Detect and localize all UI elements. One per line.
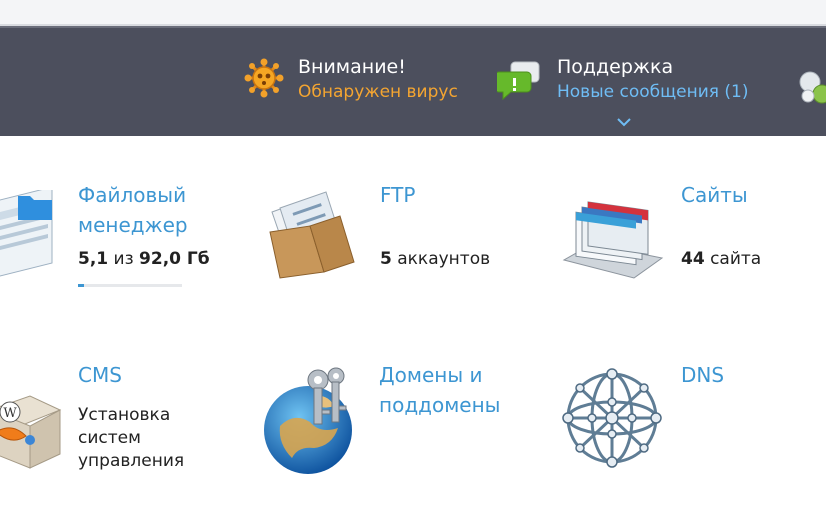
sites-icon	[562, 201, 664, 279]
svg-text:W: W	[3, 406, 17, 421]
cms-desc-line: систем	[78, 428, 141, 448]
sites-count: 44	[681, 249, 705, 269]
support-subtitle[interactable]: Новые сообщения (1)	[557, 82, 748, 102]
chevron-down-icon[interactable]	[616, 116, 632, 128]
cms-desc-line: Установка	[78, 405, 171, 425]
sites-count-text: 44 сайта	[681, 248, 761, 271]
storage-of: из	[113, 249, 134, 269]
tile-domains[interactable]: Домены и поддомены	[262, 360, 542, 480]
tile-title[interactable]: CMS	[78, 360, 122, 390]
tile-cms[interactable]: W CMS Установка систем управления	[0, 360, 260, 480]
settings-balls-icon[interactable]	[796, 64, 826, 108]
file-manager-icon	[0, 190, 53, 280]
tile-title-line[interactable]: Домены и	[379, 360, 482, 390]
tile-ftp[interactable]: FTP 5 аккаунтов	[262, 160, 542, 300]
tile-title-line[interactable]: Файловый	[78, 180, 186, 210]
tile-file-manager[interactable]: Файловый менеджер 5,1 из 92,0 Гб	[0, 160, 260, 300]
ftp-accounts-label: аккаунтов	[397, 249, 491, 269]
sites-label: сайта	[710, 249, 762, 269]
tile-sites[interactable]: Сайты 44 сайта	[560, 160, 826, 300]
tile-title-line[interactable]: поддомены	[379, 390, 500, 420]
chat-bubbles-icon	[497, 61, 540, 101]
tile-title[interactable]: FTP	[380, 180, 415, 210]
alert-subtitle[interactable]: Обнаружен вирус	[298, 82, 458, 102]
storage-progress-fill	[78, 284, 84, 287]
cms-desc-line: управления	[78, 451, 185, 471]
domains-globe-keys-icon	[264, 367, 352, 474]
storage-used: 5,1	[78, 249, 109, 269]
storage-total: 92,0 Гб	[139, 249, 210, 269]
tile-title-line[interactable]: менеджер	[78, 210, 188, 240]
alert-title: Внимание!	[298, 56, 406, 78]
support-title: Поддержка	[557, 56, 674, 78]
dns-network-sphere-icon	[562, 368, 662, 468]
ftp-folder-icon	[269, 191, 355, 279]
virus-icon	[244, 58, 284, 98]
ftp-accounts-count: 5	[380, 249, 392, 269]
tile-dns[interactable]: DNS	[560, 360, 826, 480]
tile-title[interactable]: Сайты	[681, 180, 748, 210]
storage-progress-bar	[78, 284, 182, 287]
header-bar: Внимание! Обнаружен вирус Поддержка Новы…	[0, 26, 826, 136]
tile-title[interactable]: DNS	[681, 360, 724, 390]
top-strip	[0, 0, 826, 26]
cms-box-icon: W	[0, 395, 62, 469]
ftp-accounts-text: 5 аккаунтов	[380, 248, 490, 271]
storage-usage-text: 5,1 из 92,0 Гб	[78, 248, 210, 271]
